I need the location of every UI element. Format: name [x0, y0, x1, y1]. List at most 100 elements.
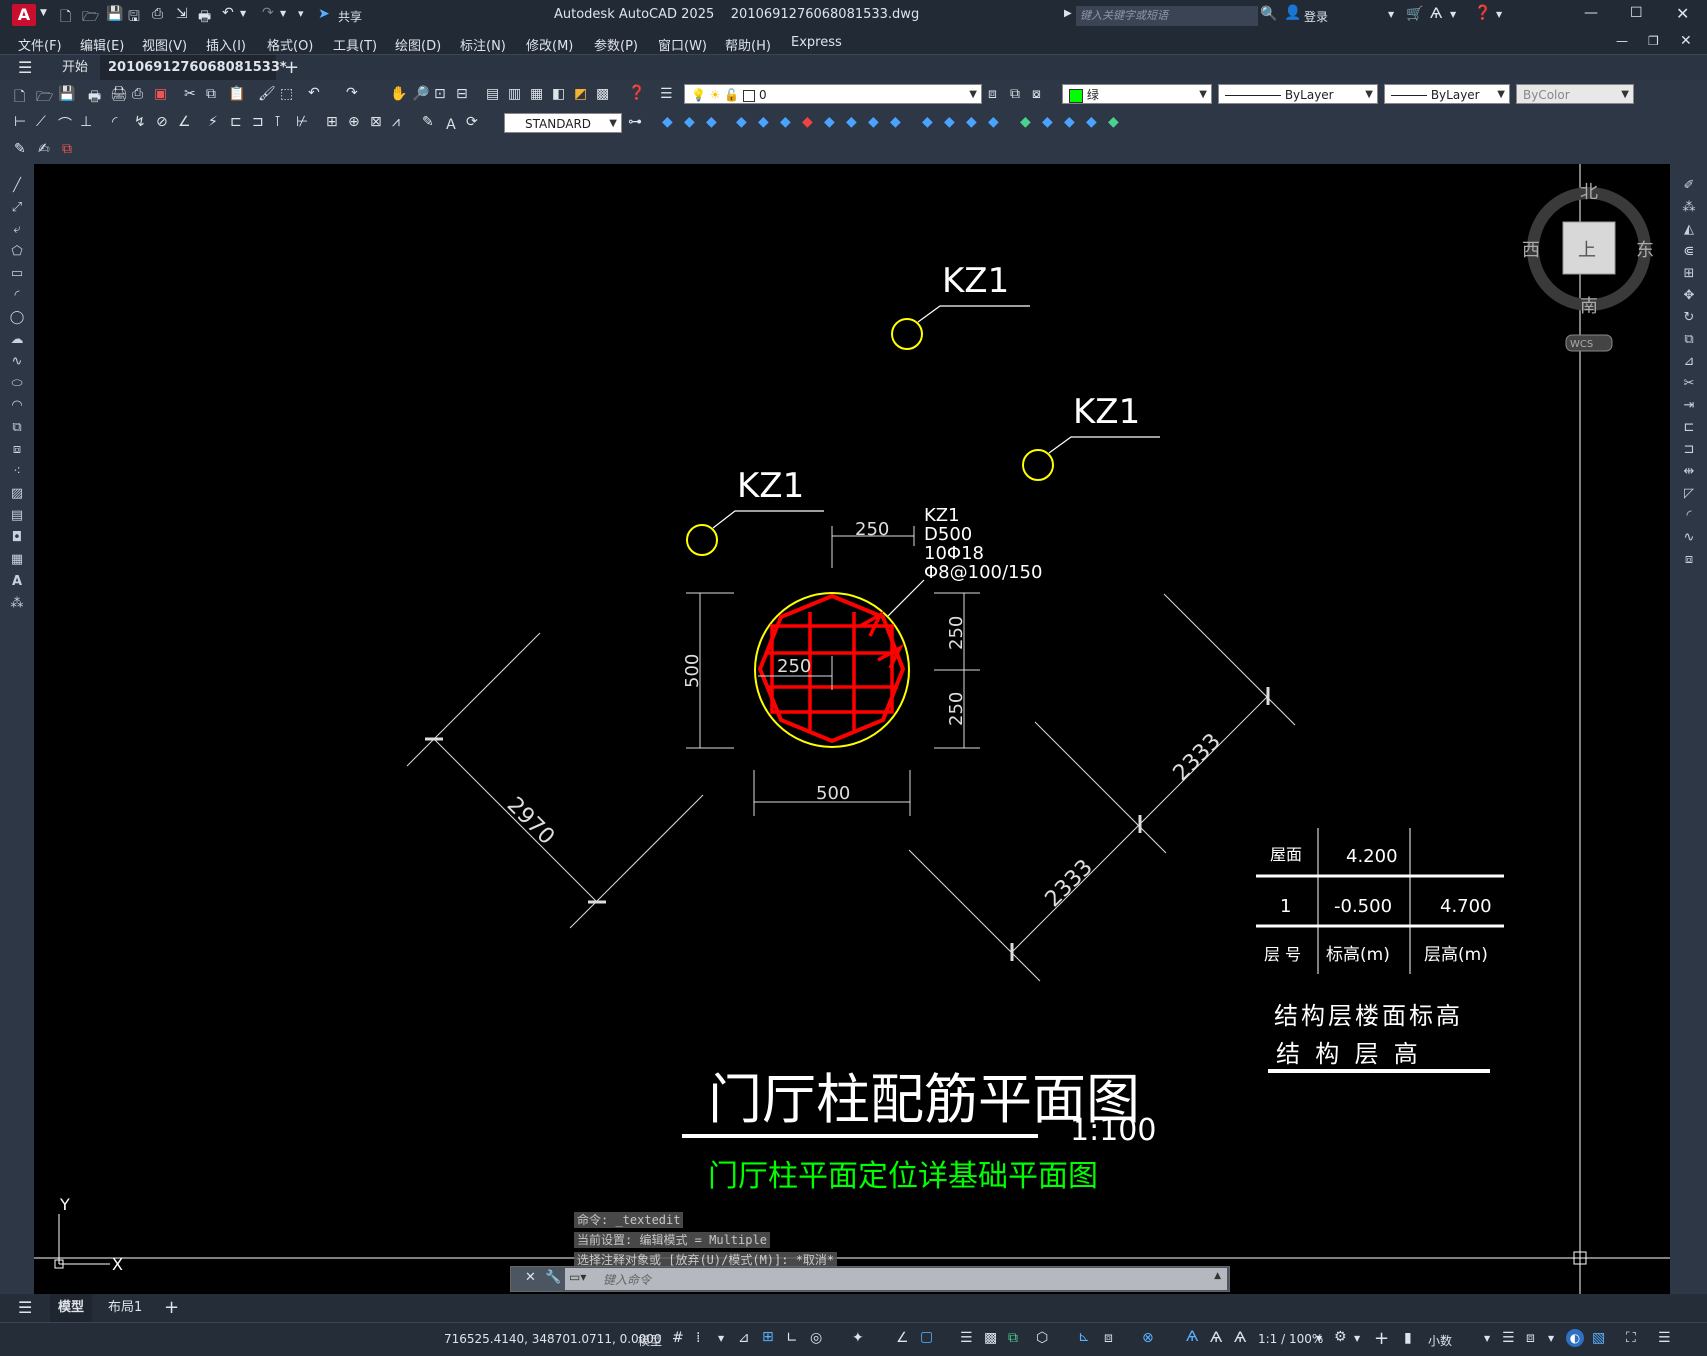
- construction-line-icon[interactable]: ⤢: [7, 200, 27, 216]
- spline-icon[interactable]: ∿: [7, 354, 27, 370]
- save-icon[interactable]: 💾: [58, 86, 75, 102]
- mirror-icon[interactable]: ◭: [1679, 222, 1699, 238]
- zoom-previous-icon[interactable]: ⊟: [456, 86, 468, 102]
- modeling-wedge-icon[interactable]: ◆: [684, 114, 695, 130]
- chevron-down-icon[interactable]: ▼: [1354, 1334, 1360, 1343]
- layer-properties-icon[interactable]: ☰: [660, 86, 673, 102]
- lineweight-dropdown[interactable]: ByLayer ▼: [1384, 84, 1510, 104]
- open-icon[interactable]: 🗁: [36, 86, 53, 110]
- insert-block-icon[interactable]: ⧉: [7, 420, 27, 436]
- annotation-visibility-icon[interactable]: Ѧ: [1186, 1329, 1198, 1345]
- tab-start[interactable]: 开始: [54, 55, 96, 81]
- edit-text-icon[interactable]: ✎: [14, 141, 26, 157]
- annotation-monitor-icon[interactable]: +: [1374, 1328, 1389, 1349]
- break-at-point-icon[interactable]: ⊏: [1679, 420, 1699, 436]
- layer-state-icon[interactable]: ⧇: [1032, 86, 1041, 102]
- cart-icon[interactable]: 🛒: [1406, 6, 1423, 22]
- chevron-down-icon[interactable]: ▼: [1496, 10, 1502, 19]
- revision-cloud-icon[interactable]: ☁: [7, 332, 27, 348]
- modeling-extrude-icon[interactable]: ◆: [868, 114, 879, 130]
- menu-dimension[interactable]: 标注(N): [460, 35, 506, 54]
- chevron-down-icon[interactable]: ▼: [1548, 1334, 1554, 1343]
- dim-break-icon[interactable]: ⊬: [296, 114, 308, 130]
- tolerance-icon[interactable]: ⊞: [326, 114, 338, 130]
- explode-icon[interactable]: ⧈: [1679, 552, 1699, 568]
- quick-properties-icon[interactable]: ☰: [1502, 1330, 1515, 1346]
- make-block-icon[interactable]: ⧈: [7, 442, 27, 458]
- units-icon[interactable]: ▮: [1404, 1330, 1412, 1346]
- isolate-objects-icon[interactable]: ◐: [1566, 1329, 1584, 1347]
- save-icon[interactable]: 💾: [106, 6, 123, 22]
- chevron-down-icon[interactable]: ▼: [1484, 1334, 1490, 1343]
- doc-close-icon[interactable]: ✕: [1680, 33, 1692, 49]
- offset-icon[interactable]: ⋐: [1679, 244, 1699, 260]
- dim-style-icon[interactable]: ⊶: [628, 114, 642, 130]
- modeling-3dmirror-icon[interactable]: ◆: [1108, 114, 1119, 130]
- fillet-icon[interactable]: ◜: [1679, 508, 1699, 524]
- infer-constraints-icon[interactable]: ⊿: [738, 1330, 750, 1346]
- array-icon[interactable]: ⊞: [1679, 266, 1699, 282]
- doc-minimize-icon[interactable]: —: [1616, 34, 1628, 48]
- menu-tools[interactable]: 工具(T): [333, 35, 377, 54]
- modeling-torus-icon[interactable]: ◆: [780, 114, 791, 130]
- maximize-icon[interactable]: ☐: [1630, 5, 1643, 21]
- menu-edit[interactable]: 编辑(E): [80, 35, 124, 54]
- tool-palettes-icon[interactable]: ▦: [530, 86, 543, 102]
- dim-update-icon[interactable]: ⟳: [466, 114, 478, 130]
- quick-dim-icon[interactable]: ⚡: [208, 114, 218, 130]
- ellipse-arc-icon[interactable]: ◠: [7, 398, 27, 414]
- workspace-gear-icon[interactable]: ⚙: [1334, 1329, 1347, 1345]
- app-logo-button[interactable]: A: [12, 4, 36, 26]
- new-tab-icon[interactable]: +: [284, 57, 299, 78]
- modeling-3dmove-icon[interactable]: ◆: [1020, 114, 1031, 130]
- close-icon[interactable]: ✕: [1676, 4, 1689, 23]
- menu-format[interactable]: 格式(O): [267, 35, 313, 54]
- command-prompt-icon[interactable]: ▭▾: [569, 1270, 586, 1284]
- radius-dim-icon[interactable]: ◜: [112, 114, 117, 130]
- drawing-canvas[interactable]: KZ1 KZ1 KZ1 KZ1 D500 10Φ18 Φ8@100/150 25…: [34, 164, 1670, 1294]
- undo-icon[interactable]: ↶: [308, 85, 320, 101]
- hardware-acceleration-icon[interactable]: ▧: [1592, 1330, 1605, 1346]
- modeling-cone-icon[interactable]: ◆: [706, 114, 717, 130]
- arc-icon[interactable]: ◜: [7, 288, 27, 304]
- auto-scale-icon[interactable]: Ѧ: [1210, 1330, 1222, 1346]
- share-icon[interactable]: ➤: [318, 6, 330, 22]
- aligned-dim-icon[interactable]: ⟋: [36, 114, 46, 130]
- modeling-slice-icon[interactable]: ◆: [988, 114, 999, 130]
- gradient-icon[interactable]: ▤: [7, 508, 27, 524]
- rotate-icon[interactable]: ↻: [1679, 310, 1699, 326]
- model-space-button[interactable]: 模型: [638, 1332, 662, 1349]
- 3d-print-icon[interactable]: ▣: [154, 86, 167, 102]
- column-marker-3[interactable]: KZ1: [686, 466, 824, 556]
- menu-help[interactable]: 帮助(H): [725, 35, 771, 54]
- layer-freeze-icon[interactable]: ☀: [710, 88, 721, 102]
- dimstyle-dropdown[interactable]: STANDARD ▼: [504, 113, 622, 133]
- column-marker-1[interactable]: KZ1: [891, 261, 1030, 350]
- blend-curves-icon[interactable]: ∿: [1679, 530, 1699, 546]
- modeling-cylinder-icon[interactable]: ◆: [758, 114, 769, 130]
- tab-model[interactable]: 模型: [50, 1294, 93, 1322]
- object-snap-tracking-icon[interactable]: ∠: [896, 1330, 909, 1346]
- multiline-text-icon[interactable]: A: [7, 574, 27, 590]
- viewcube-north[interactable]: 北: [1580, 182, 1598, 203]
- menu-view[interactable]: 视图(V): [142, 35, 187, 54]
- block-editor-icon[interactable]: ⬚: [280, 86, 293, 102]
- chevron-down-icon[interactable]: ▼: [40, 8, 47, 18]
- pan-icon[interactable]: ✋: [390, 86, 407, 102]
- viewcube-south[interactable]: 南: [1580, 296, 1598, 317]
- 3d-osnap-icon[interactable]: ⬡: [1036, 1330, 1048, 1346]
- chevron-down-icon[interactable]: ▼: [1388, 10, 1394, 19]
- close-icon[interactable]: ✕: [525, 1270, 536, 1285]
- new-icon[interactable]: 🗋: [14, 86, 25, 110]
- gizmo-icon[interactable]: ⊗: [1142, 1330, 1154, 1346]
- modeling-box-icon[interactable]: ◆: [662, 114, 673, 130]
- continue-dim-icon[interactable]: ⊐: [252, 114, 264, 130]
- selection-filter-icon[interactable]: ⧈: [1104, 1330, 1113, 1346]
- table-icon[interactable]: ▦: [7, 552, 27, 568]
- doc-restore-icon[interactable]: ❐: [1648, 34, 1659, 48]
- viewcube-wcs[interactable]: WCS: [1570, 339, 1593, 350]
- layer-previous-icon[interactable]: ⧉: [1010, 86, 1020, 102]
- make-current-layer-icon[interactable]: ⧈: [988, 86, 997, 102]
- add-layout-icon[interactable]: +: [164, 1297, 179, 1318]
- modeling-3darray-icon[interactable]: ◆: [1086, 114, 1097, 130]
